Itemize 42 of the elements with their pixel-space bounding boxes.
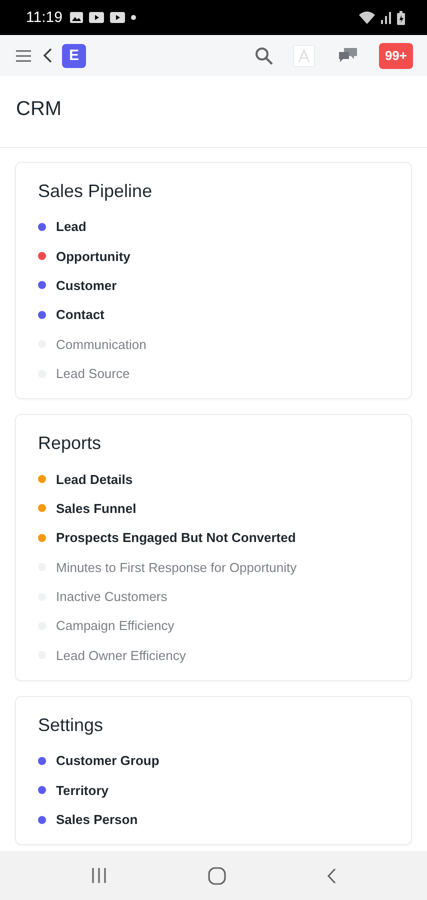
link-item[interactable]: Prospects Engaged But Not Converted bbox=[56, 530, 296, 546]
search-icon bbox=[254, 46, 273, 64]
link-item[interactable]: Minutes to First Response for Opportunity bbox=[56, 560, 297, 575]
link-item[interactable]: Contact bbox=[56, 307, 104, 322]
link-item[interactable]: Lead Details bbox=[56, 472, 133, 487]
wifi-icon bbox=[359, 11, 375, 24]
link-item[interactable]: Territory bbox=[56, 782, 108, 798]
back-button[interactable] bbox=[43, 48, 52, 63]
link-item[interactable]: Inactive Customers bbox=[56, 589, 168, 604]
back-icon bbox=[327, 868, 336, 884]
status-time: 11:19 bbox=[26, 9, 62, 26]
chat-button[interactable] bbox=[338, 48, 357, 63]
card-title: Reports bbox=[38, 432, 102, 456]
link-item[interactable]: Customer bbox=[56, 278, 117, 293]
video-icon bbox=[89, 12, 104, 23]
recent-apps-icon bbox=[90, 868, 107, 883]
home-icon bbox=[208, 866, 226, 884]
back-icon bbox=[43, 48, 52, 63]
link-item[interactable]: Campaign Efficiency bbox=[56, 618, 174, 634]
app-logo[interactable]: E bbox=[62, 44, 86, 68]
battery-icon bbox=[397, 10, 405, 24]
link-item[interactable]: Communication bbox=[56, 336, 146, 352]
link-item[interactable]: Sales Funnel bbox=[56, 500, 136, 516]
link-item[interactable]: Opportunity bbox=[56, 248, 130, 264]
gallery-icon bbox=[70, 12, 84, 23]
card-title: Settings bbox=[38, 714, 104, 738]
letter-avatar-icon bbox=[298, 48, 310, 62]
link-item[interactable]: Lead Source bbox=[56, 366, 130, 382]
signal-icon bbox=[381, 12, 391, 24]
chat-icon bbox=[338, 48, 357, 63]
notification-badge[interactable]: 99+ bbox=[378, 42, 413, 68]
video-icon bbox=[110, 12, 126, 23]
link-item[interactable]: Sales Person bbox=[56, 812, 138, 828]
search-button[interactable] bbox=[254, 46, 273, 64]
page-title: CRM bbox=[16, 98, 63, 121]
link-item[interactable]: Lead Owner Efficiency bbox=[56, 648, 186, 663]
link-item[interactable]: Customer Group bbox=[56, 753, 160, 768]
link-item[interactable]: Lead bbox=[56, 219, 86, 234]
card-title: Sales Pipeline bbox=[38, 180, 154, 203]
notification-dot-icon bbox=[131, 15, 136, 20]
menu-icon bbox=[16, 50, 31, 62]
menu-button[interactable] bbox=[16, 50, 31, 62]
